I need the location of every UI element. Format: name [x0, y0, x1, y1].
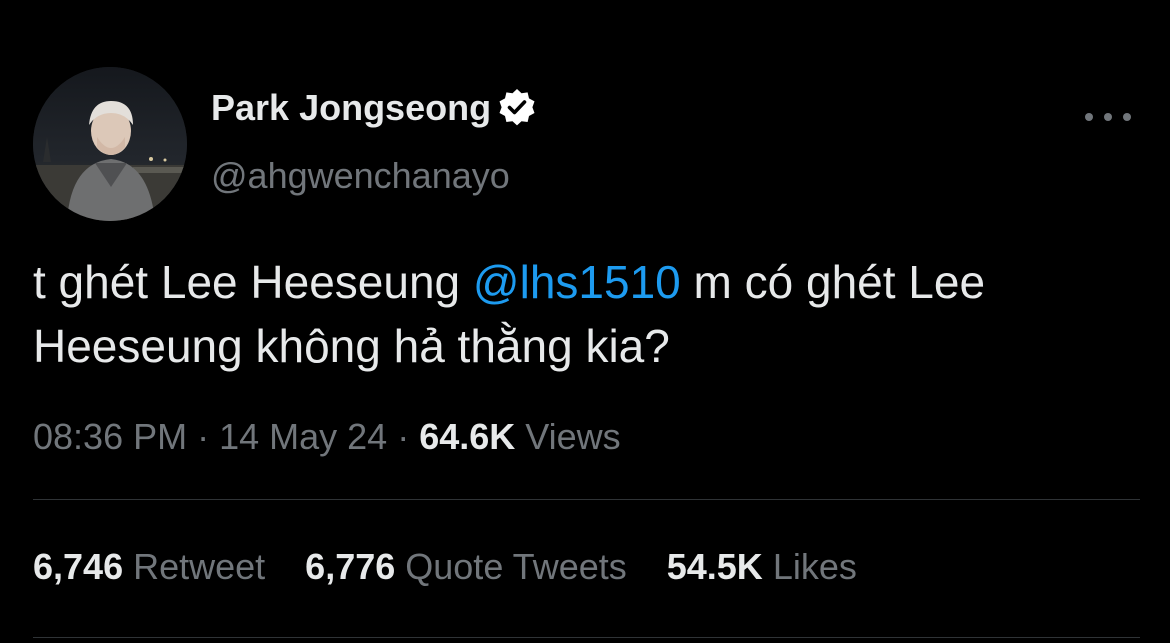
mention-link[interactable]: @lhs1510 [473, 256, 681, 308]
tweet-metadata: 08:36 PM · 14 May 24 · 64.6K Views [33, 416, 621, 458]
likes-stat[interactable]: 54.5K Likes [667, 546, 857, 588]
display-name-text: Park Jongseong [211, 87, 492, 128]
more-dots-icon [1085, 113, 1093, 121]
more-dots-icon [1104, 113, 1112, 121]
tweet-text: t ghét Lee Heeseung @lhs1510 m có ghét L… [33, 250, 1143, 378]
views-count: 64.6K [419, 416, 516, 457]
meta-separator: · [387, 416, 420, 457]
tweet-date[interactable]: 14 May 24 [219, 416, 387, 457]
avatar[interactable] [33, 67, 187, 221]
tweet-time[interactable]: 08:36 PM [33, 416, 187, 457]
tweet-text-part1: t ghét Lee Heeseung [33, 256, 473, 308]
quote-tweets-count: 6,776 [305, 546, 396, 587]
more-dots-icon [1123, 113, 1131, 121]
more-options-button[interactable] [1085, 102, 1131, 132]
engagement-stats: 6,746 Retweet 6,776 Quote Tweets 54.5K Like… [33, 546, 897, 588]
tweet-detail: Park Jongseong @ahgwenchanayo t ghét Lee… [0, 0, 1170, 643]
quote-tweets-stat[interactable]: 6,776 Quote Tweets [305, 546, 627, 588]
likes-count: 54.5K [666, 546, 763, 587]
retweets-count: 6,746 [33, 546, 124, 587]
divider [33, 499, 1140, 500]
divider [33, 637, 1140, 638]
verified-badge-icon [495, 86, 539, 130]
retweets-label: Retweet [133, 546, 266, 587]
avatar-photo [33, 67, 187, 221]
retweets-stat[interactable]: 6,746 Retweet [33, 546, 265, 588]
views-label: Views [515, 416, 621, 457]
user-handle[interactable]: @ahgwenchanayo [211, 155, 510, 197]
likes-label: Likes [772, 546, 857, 587]
meta-separator: · [187, 416, 220, 457]
quote-tweets-label: Quote Tweets [405, 546, 627, 587]
user-display-name[interactable]: Park Jongseong [211, 86, 539, 130]
